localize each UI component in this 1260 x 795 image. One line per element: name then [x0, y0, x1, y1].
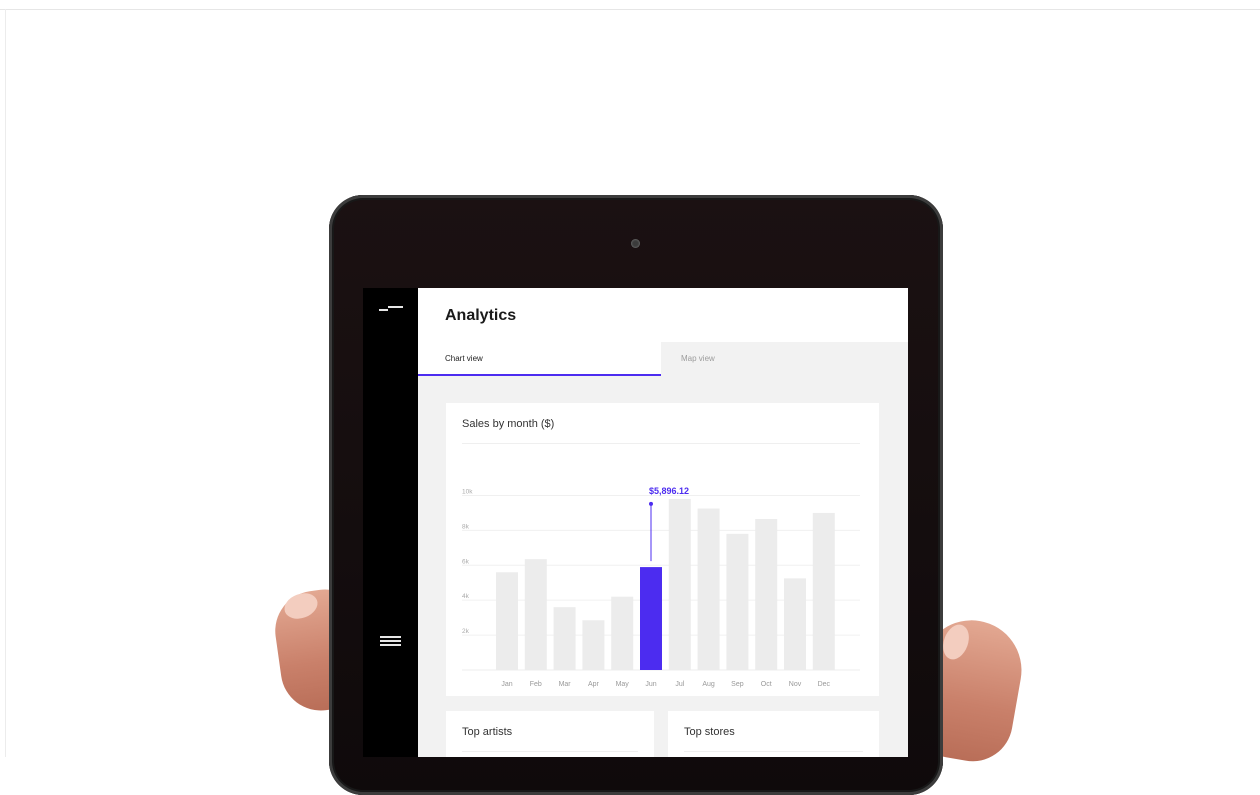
logo-mark-icon[interactable] [379, 306, 403, 312]
sales-chart-card: Sales by month ($) 2k 4k 6k 8k 10k Jan Feb Mar A… [446, 403, 879, 696]
y-tick-label: 2k [462, 628, 470, 635]
hamburger-menu-icon[interactable] [380, 636, 401, 646]
tablet-screen: Analytics Chart view Map view Sales by m… [363, 288, 908, 757]
top-stores-title: Top stores [684, 726, 735, 738]
sales-bar-chart: 2k 4k 6k 8k 10k Jan Feb Mar Apr May Jun $5,896.12 Ju… [462, 486, 860, 688]
card-divider [462, 751, 638, 752]
bar-jan [496, 572, 518, 670]
x-tick-label: Dec [818, 681, 831, 688]
y-tick-label: 4k [462, 593, 470, 600]
x-tick-label: Sep [731, 681, 744, 688]
tab-chart-view[interactable]: Chart view [418, 342, 661, 376]
bar-apr [582, 620, 605, 670]
card-divider [462, 443, 860, 444]
side-nav-rail [363, 288, 418, 757]
x-tick-label: Nov [789, 681, 802, 688]
top-stores-card: Top stores [668, 711, 879, 757]
bar-nov [784, 578, 806, 670]
page-header: Analytics [418, 288, 908, 342]
x-tick-label: Oct [761, 681, 772, 688]
sales-chart-title: Sales by month ($) [462, 418, 555, 430]
x-tick-label: Jan [501, 681, 512, 688]
y-tick-label: 8k [462, 523, 470, 530]
front-camera [631, 239, 640, 248]
page-top-border [0, 0, 1260, 10]
x-tick-label: Apr [588, 681, 600, 688]
bar-aug [697, 508, 720, 670]
bar-oct [755, 519, 778, 670]
bar-jul [668, 498, 691, 670]
bar-dec [812, 512, 835, 670]
bar-jun [640, 567, 662, 670]
bar-feb [524, 559, 547, 670]
tab-map-view[interactable]: Map view [661, 342, 908, 376]
view-tabs: Chart view Map view [418, 342, 908, 376]
x-tick-label: Mar [559, 681, 572, 688]
card-divider [684, 751, 863, 752]
bar-sep [726, 533, 749, 670]
highlight-marker-dot [649, 501, 653, 506]
y-tick-label: 10k [462, 488, 473, 495]
x-tick-label: Jun [645, 681, 656, 688]
highlight-value-label: $5,896.12 [649, 486, 689, 496]
x-tick-label: May [616, 681, 630, 688]
x-tick-label: Jul [675, 681, 684, 688]
top-artists-title: Top artists [462, 726, 513, 738]
page-title: Analytics [445, 307, 517, 324]
top-artists-card: Top artists [446, 711, 654, 757]
x-tick-label: Aug [702, 681, 715, 688]
x-tick-label: Feb [530, 681, 542, 688]
bar-may [611, 596, 634, 670]
bar-mar [553, 607, 576, 670]
y-tick-label: 6k [462, 558, 470, 565]
page-left-border [5, 9, 6, 757]
